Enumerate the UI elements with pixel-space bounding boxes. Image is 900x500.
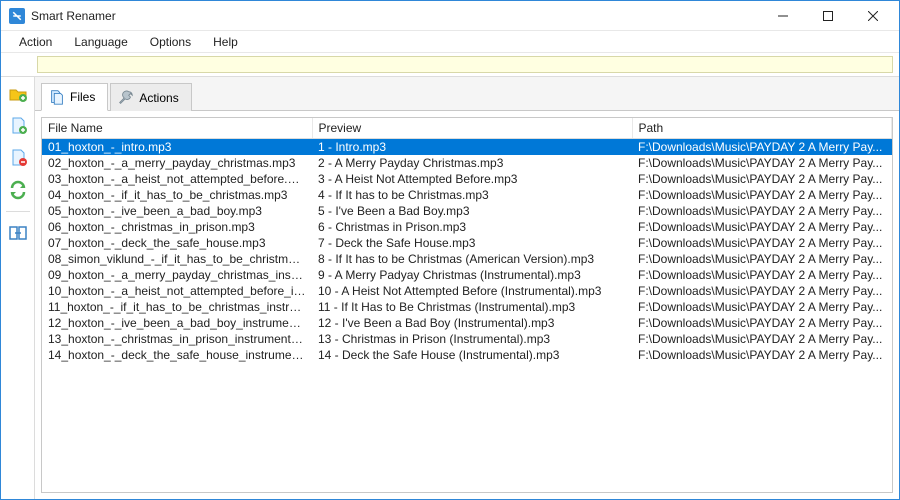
cell-preview: 3 - A Heist Not Attempted Before.mp3 — [312, 171, 632, 187]
window-title: Smart Renamer — [31, 9, 116, 23]
cell-preview: 8 - If It has to be Christmas (American … — [312, 251, 632, 267]
remove-file-button[interactable] — [5, 145, 31, 171]
cell-path: F:\Downloads\Music\PAYDAY 2 A Merry Pay.… — [632, 283, 892, 299]
cell-preview: 13 - Christmas in Prison (Instrumental).… — [312, 331, 632, 347]
cell-preview: 9 - A Merry Padyay Christmas (Instrument… — [312, 267, 632, 283]
table-row[interactable]: 04_hoxton_-_if_it_has_to_be_christmas.mp… — [42, 187, 892, 203]
cell-path: F:\Downloads\Music\PAYDAY 2 A Merry Pay.… — [632, 155, 892, 171]
cell-path: F:\Downloads\Music\PAYDAY 2 A Merry Pay.… — [632, 299, 892, 315]
add-file-button[interactable] — [5, 113, 31, 139]
menubar: Action Language Options Help — [1, 31, 899, 53]
toolstrip — [1, 53, 899, 77]
cell-filename: 12_hoxton_-_ive_been_a_bad_boy_instrumen… — [42, 315, 312, 331]
menu-action[interactable]: Action — [9, 33, 62, 51]
table-row[interactable]: 05_hoxton_-_ive_been_a_bad_boy.mp35 - I'… — [42, 203, 892, 219]
maximize-button[interactable] — [805, 2, 850, 30]
col-path[interactable]: Path — [632, 118, 892, 139]
cell-filename: 02_hoxton_-_a_merry_payday_christmas.mp3 — [42, 155, 312, 171]
cell-filename: 08_simon_viklund_-_if_it_has_to_be_chris… — [42, 251, 312, 267]
cell-path: F:\Downloads\Music\PAYDAY 2 A Merry Pay.… — [632, 235, 892, 251]
cell-preview: 11 - If It Has to Be Christmas (Instrume… — [312, 299, 632, 315]
cell-preview: 1 - Intro.mp3 — [312, 139, 632, 156]
col-filename[interactable]: File Name — [42, 118, 312, 139]
table-row[interactable]: 13_hoxton_-_christmas_in_prison_instrume… — [42, 331, 892, 347]
sidebar-divider — [6, 211, 30, 212]
cell-filename: 03_hoxton_-_a_heist_not_attempted_before… — [42, 171, 312, 187]
tab-actions-label: Actions — [139, 91, 178, 105]
pattern-input[interactable] — [37, 56, 893, 73]
table-row[interactable]: 06_hoxton_-_christmas_in_prison.mp36 - C… — [42, 219, 892, 235]
table-row[interactable]: 11_hoxton_-_if_it_has_to_be_christmas_in… — [42, 299, 892, 315]
cell-filename: 01_hoxton_-_intro.mp3 — [42, 139, 312, 156]
cell-preview: 5 - I've Been a Bad Boy.mp3 — [312, 203, 632, 219]
col-preview[interactable]: Preview — [312, 118, 632, 139]
cell-filename: 14_hoxton_-_deck_the_safe_house_instrume… — [42, 347, 312, 363]
cell-preview: 2 - A Merry Payday Christmas.mp3 — [312, 155, 632, 171]
cell-preview: 14 - Deck the Safe House (Instrumental).… — [312, 347, 632, 363]
cell-path: F:\Downloads\Music\PAYDAY 2 A Merry Pay.… — [632, 315, 892, 331]
cell-path: F:\Downloads\Music\PAYDAY 2 A Merry Pay.… — [632, 267, 892, 283]
tab-files[interactable]: Files — [41, 83, 108, 111]
cell-preview: 7 - Deck the Safe House.mp3 — [312, 235, 632, 251]
table-row[interactable]: 10_hoxton_-_a_heist_not_attempted_before… — [42, 283, 892, 299]
table-row[interactable]: 14_hoxton_-_deck_the_safe_house_instrume… — [42, 347, 892, 363]
files-icon — [48, 88, 66, 106]
table-row[interactable]: 01_hoxton_-_intro.mp31 - Intro.mp3F:\Dow… — [42, 139, 892, 156]
table-row[interactable]: 03_hoxton_-_a_heist_not_attempted_before… — [42, 171, 892, 187]
cell-path: F:\Downloads\Music\PAYDAY 2 A Merry Pay.… — [632, 251, 892, 267]
cell-filename: 06_hoxton_-_christmas_in_prison.mp3 — [42, 219, 312, 235]
menu-language[interactable]: Language — [64, 33, 137, 51]
tab-files-label: Files — [70, 90, 95, 104]
menu-options[interactable]: Options — [140, 33, 201, 51]
minimize-button[interactable] — [760, 2, 805, 30]
titlebar: Smart Renamer — [1, 1, 899, 31]
cell-preview: 10 - A Heist Not Attempted Before (Instr… — [312, 283, 632, 299]
table-row[interactable]: 02_hoxton_-_a_merry_payday_christmas.mp3… — [42, 155, 892, 171]
cell-path: F:\Downloads\Music\PAYDAY 2 A Merry Pay.… — [632, 203, 892, 219]
cell-path: F:\Downloads\Music\PAYDAY 2 A Merry Pay.… — [632, 139, 892, 156]
cell-preview: 4 - If It has to be Christmas.mp3 — [312, 187, 632, 203]
cell-path: F:\Downloads\Music\PAYDAY 2 A Merry Pay.… — [632, 187, 892, 203]
cell-path: F:\Downloads\Music\PAYDAY 2 A Merry Pay.… — [632, 331, 892, 347]
sidebar — [1, 77, 35, 499]
file-table[interactable]: File Name Preview Path 01_hoxton_-_intro… — [42, 118, 892, 363]
add-folder-button[interactable] — [5, 81, 31, 107]
wrench-icon — [117, 89, 135, 107]
cell-path: F:\Downloads\Music\PAYDAY 2 A Merry Pay.… — [632, 347, 892, 363]
menu-help[interactable]: Help — [203, 33, 248, 51]
tab-actions[interactable]: Actions — [110, 83, 191, 111]
cell-preview: 12 - I've Been a Bad Boy (Instrumental).… — [312, 315, 632, 331]
cell-filename: 10_hoxton_-_a_heist_not_attempted_before… — [42, 283, 312, 299]
table-row[interactable]: 12_hoxton_-_ive_been_a_bad_boy_instrumen… — [42, 315, 892, 331]
cell-filename: 13_hoxton_-_christmas_in_prison_instrume… — [42, 331, 312, 347]
cell-filename: 09_hoxton_-_a_merry_payday_christmas_ins… — [42, 267, 312, 283]
cell-filename: 11_hoxton_-_if_it_has_to_be_christmas_in… — [42, 299, 312, 315]
table-row[interactable]: 08_simon_viklund_-_if_it_has_to_be_chris… — [42, 251, 892, 267]
tabs: Files Actions — [35, 77, 899, 111]
refresh-button[interactable] — [5, 177, 31, 203]
cell-preview: 6 - Christmas in Prison.mp3 — [312, 219, 632, 235]
cell-path: F:\Downloads\Music\PAYDAY 2 A Merry Pay.… — [632, 171, 892, 187]
table-row[interactable]: 07_hoxton_-_deck_the_safe_house.mp37 - D… — [42, 235, 892, 251]
cell-filename: 07_hoxton_-_deck_the_safe_house.mp3 — [42, 235, 312, 251]
file-table-container: File Name Preview Path 01_hoxton_-_intro… — [41, 117, 893, 493]
table-row[interactable]: 09_hoxton_-_a_merry_payday_christmas_ins… — [42, 267, 892, 283]
cell-path: F:\Downloads\Music\PAYDAY 2 A Merry Pay.… — [632, 219, 892, 235]
cell-filename: 04_hoxton_-_if_it_has_to_be_christmas.mp… — [42, 187, 312, 203]
cell-filename: 05_hoxton_-_ive_been_a_bad_boy.mp3 — [42, 203, 312, 219]
close-button[interactable] — [850, 2, 895, 30]
app-icon — [9, 8, 25, 24]
layout-button[interactable] — [5, 220, 31, 246]
